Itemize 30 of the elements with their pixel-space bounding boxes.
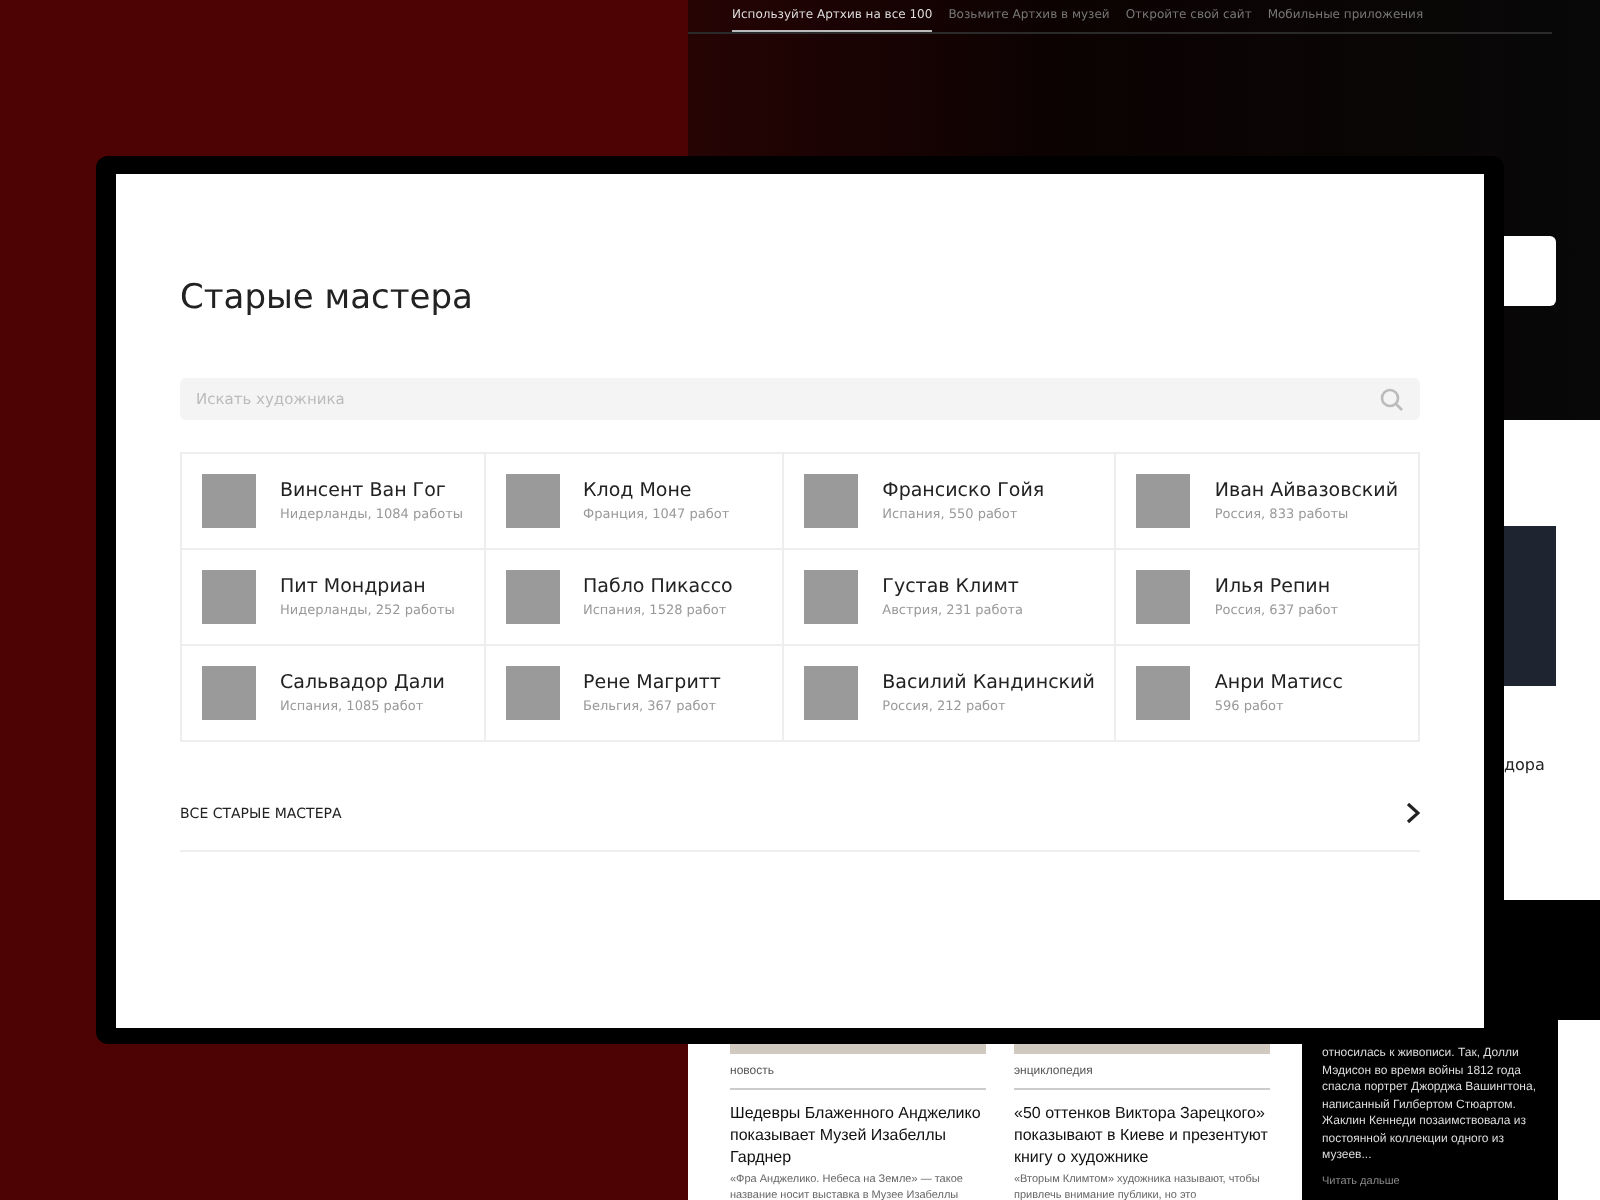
artist-name: Илья Репин <box>1214 576 1333 598</box>
artist-name: Франсиско Гойя <box>882 480 1045 502</box>
artist-name: Пит Мондриан <box>280 576 428 598</box>
artist-name: Сальвадор Дали <box>280 672 445 694</box>
artist-name: Анри Матисс <box>1214 672 1343 694</box>
photo-placeholder <box>1136 666 1191 720</box>
photo-placeholder <box>202 474 256 528</box>
photo-placeholder <box>804 474 859 528</box>
news-title[interactable]: Шедевры Блаженного Анджелико показывает Музей Изабеллы Гарднер <box>730 1102 986 1168</box>
artist-name: Густав Климт <box>882 576 1021 598</box>
search-icon[interactable] <box>1380 388 1404 412</box>
photo-placeholder <box>505 666 559 720</box>
photo-placeholder <box>202 666 256 720</box>
photo-placeholder <box>804 666 859 720</box>
photo-placeholder <box>1136 570 1191 624</box>
photo-placeholder <box>1136 474 1191 528</box>
artist-name: Пабло Пикассо <box>583 576 733 598</box>
photo-placeholder <box>505 570 559 624</box>
photo-placeholder <box>505 474 559 528</box>
headline-fragment: дора <box>1504 756 1545 774</box>
artist-name: Винсент Ван Гог <box>280 480 448 502</box>
photo-placeholder <box>202 570 256 624</box>
artist-name: Иван Айвазовский <box>1214 480 1398 502</box>
artist-name: Рене Магритт <box>583 672 721 694</box>
news-title[interactable]: «50 оттенков Виктора Зарецкого» показывают в Киеве и презентуют книгу о художнике <box>1014 1102 1270 1168</box>
artist-name: Василий Кандинский <box>882 672 1095 694</box>
dialog-title: Старые мастера <box>180 278 475 318</box>
photo-placeholder <box>804 570 859 624</box>
chevron-right-icon <box>1406 802 1420 824</box>
artist-name: Клод Моне <box>583 480 694 502</box>
